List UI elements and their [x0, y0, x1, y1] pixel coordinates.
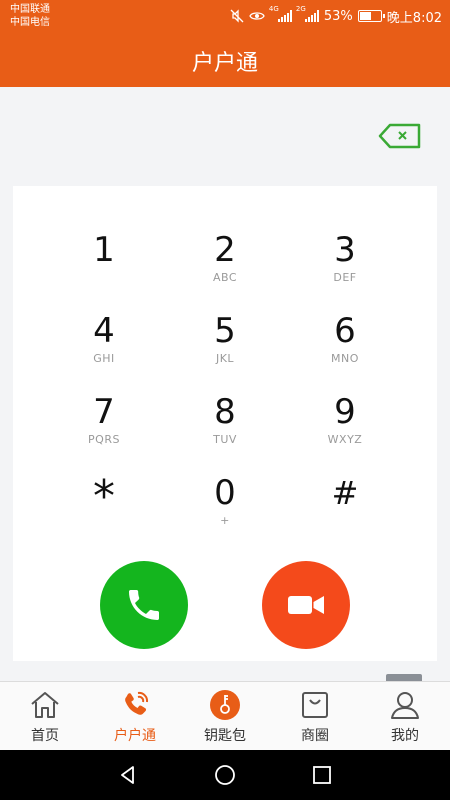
- nav-item-home[interactable]: 首页: [0, 682, 90, 750]
- video-call-button[interactable]: [262, 561, 350, 649]
- key-icon: [210, 690, 240, 720]
- recents-square-icon: [312, 766, 331, 784]
- key-1[interactable]: 1: [44, 226, 164, 304]
- dial-pad: 1 2 ABC 3 DEF 4 GHI 5 JKL 6 MNO 7 PQRS 8 TUV 9W…: [13, 186, 437, 661]
- status-indicators: 4G 2G 53% 晚上8:02: [230, 5, 442, 26]
- video-camera-icon: [288, 596, 324, 614]
- voice-call-button[interactable]: [100, 561, 188, 649]
- phone-call-icon: [125, 691, 149, 715]
- network-type-label: 4G: [268, 5, 279, 13]
- key-0[interactable]: 0 +: [165, 469, 285, 547]
- carrier-1: 中国联通: [10, 4, 50, 15]
- network-type-label: 2G: [295, 5, 306, 13]
- backspace-button[interactable]: [378, 122, 422, 150]
- shopping-bag-icon: [302, 692, 328, 718]
- nav-label: 户户通: [114, 728, 156, 744]
- eye-icon: [249, 12, 265, 20]
- key-5[interactable]: 5 JKL: [165, 307, 285, 385]
- key-8[interactable]: 8 TUV: [165, 388, 285, 466]
- mute-icon: [230, 9, 244, 23]
- app-header: 户户通: [0, 34, 450, 87]
- key-9[interactable]: 9 WXYZ: [285, 388, 405, 466]
- carrier-2: 中国电信: [10, 17, 50, 28]
- key-4[interactable]: 4 GHI: [44, 307, 164, 385]
- backspace-icon: [378, 123, 421, 149]
- nav-item-keychain[interactable]: 钥匙包: [180, 682, 270, 750]
- back-triangle-icon: [121, 766, 135, 784]
- page-title: 户户通: [191, 50, 258, 76]
- battery-percent: 53%: [323, 8, 353, 24]
- nav-label: 商圈: [301, 728, 329, 744]
- key-2[interactable]: 2 ABC: [165, 226, 285, 304]
- nav-item-huhutong[interactable]: 户户通: [90, 682, 180, 750]
- user-icon: [391, 692, 419, 719]
- phone-icon: [129, 590, 159, 620]
- nav-item-business[interactable]: 商圈: [270, 682, 360, 750]
- home-button[interactable]: [212, 762, 238, 788]
- key-6[interactable]: 6 MNO: [285, 307, 405, 385]
- key-3[interactable]: 3 DEF: [285, 226, 405, 304]
- status-bar: 中国联通 中国电信 4G 2G 53% 晚上8:02: [0, 0, 450, 34]
- home-icon: [31, 692, 59, 718]
- nav-label: 我的: [391, 728, 419, 744]
- bottom-nav: 首页 户户通 钥匙包 商圈 我的: [0, 681, 450, 750]
- signal-strength-icon: 4G: [269, 5, 292, 22]
- key-star[interactable]: *: [44, 469, 164, 547]
- nav-label: 首页: [31, 728, 59, 744]
- recents-button[interactable]: [309, 762, 335, 788]
- battery-icon: [357, 10, 385, 22]
- clock: 晚上8:02: [386, 10, 442, 26]
- home-circle-icon: [215, 765, 235, 785]
- key-hash[interactable]: #: [285, 469, 405, 547]
- carrier-info: 中国联通 中国电信: [10, 3, 50, 29]
- nav-label: 钥匙包: [204, 728, 246, 744]
- back-button[interactable]: [115, 762, 141, 788]
- signal-strength-icon: 2G: [296, 5, 319, 22]
- nav-item-mine[interactable]: 我的: [360, 682, 450, 750]
- system-nav-bar: [0, 750, 450, 800]
- key-7[interactable]: 7 PQRS: [44, 388, 164, 466]
